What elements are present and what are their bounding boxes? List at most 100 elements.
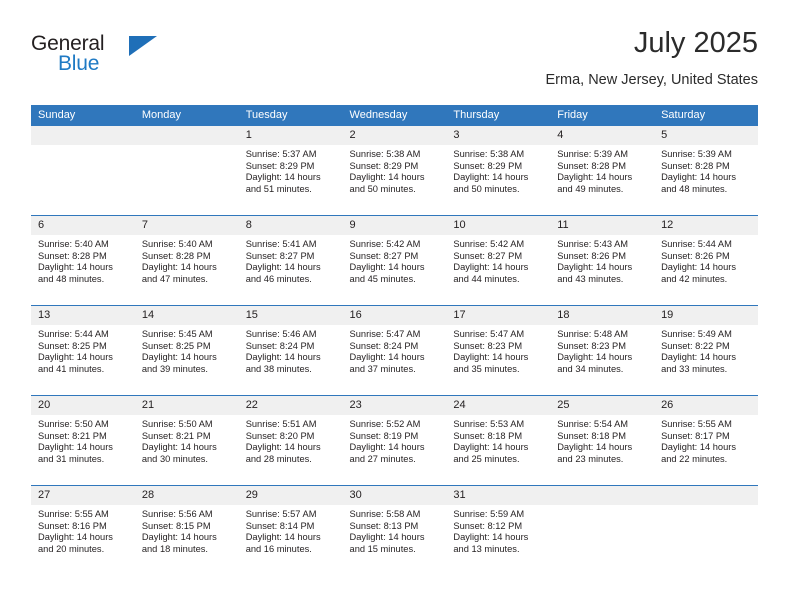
calendar-day-cell[interactable]: 17 Sunrise: 5:47 AM Sunset: 8:23 PM Dayl… (446, 305, 551, 396)
sunrise-text: Sunrise: 5:39 AM (661, 149, 732, 159)
daylight-text-line1: Daylight: 14 hours (245, 442, 321, 453)
sunset-text: Sunset: 8:20 PM (245, 430, 315, 441)
day-number: 3 (446, 126, 551, 145)
daylight-text-line2: and 27 minutes. (349, 453, 416, 464)
sunrise-text: Sunrise: 5:42 AM (453, 239, 525, 249)
sunrise-text: Sunrise: 5:44 AM (38, 329, 109, 339)
day-info: Sunrise: 5:50 AM Sunset: 8:21 PM Dayligh… (135, 415, 239, 465)
sunrise-text: Sunrise: 5:37 AM (245, 149, 317, 159)
weekday-header-saturday: Saturday (654, 105, 758, 126)
daylight-text-line2: and 46 minutes. (245, 273, 312, 284)
day-number: 5 (654, 126, 758, 145)
sunset-text: Sunset: 8:18 PM (557, 430, 626, 441)
calendar-day-cell[interactable]: 7 Sunrise: 5:40 AM Sunset: 8:28 PM Dayli… (134, 215, 239, 306)
sunset-text: Sunset: 8:22 PM (661, 340, 730, 351)
logo-text-blue: Blue (58, 52, 100, 75)
calendar-day-cell[interactable]: 10 Sunrise: 5:42 AM Sunset: 8:27 PM Dayl… (446, 215, 551, 306)
sunset-text: Sunset: 8:24 PM (245, 340, 315, 351)
sunrise-text: Sunrise: 5:49 AM (661, 329, 732, 339)
calendar-day-cell[interactable]: 4 Sunrise: 5:39 AM Sunset: 8:28 PM Dayli… (550, 126, 655, 216)
day-number: 22 (238, 396, 343, 415)
daylight-text-line1: Daylight: 14 hours (661, 352, 736, 363)
calendar-day-cell[interactable]: 11 Sunrise: 5:43 AM Sunset: 8:26 PM Dayl… (550, 215, 655, 306)
daylight-text-line2: and 48 minutes. (38, 273, 105, 284)
day-number: 24 (446, 396, 551, 415)
sunrise-text: Sunrise: 5:54 AM (557, 419, 629, 429)
calendar-day-cell[interactable]: 3 Sunrise: 5:38 AM Sunset: 8:29 PM Dayli… (446, 126, 551, 216)
calendar-day-cell[interactable]: 31 Sunrise: 5:59 AM Sunset: 8:12 PM Dayl… (446, 485, 551, 575)
day-info: Sunrise: 5:56 AM Sunset: 8:15 PM Dayligh… (135, 505, 239, 555)
daylight-text-line1: Daylight: 14 hours (453, 442, 529, 453)
day-info: Sunrise: 5:59 AM Sunset: 8:12 PM Dayligh… (446, 505, 550, 555)
calendar-day-cell[interactable]: 20 Sunrise: 5:50 AM Sunset: 8:21 PM Dayl… (31, 395, 135, 486)
daylight-text-line2: and 50 minutes. (453, 183, 520, 194)
daylight-text-line1: Daylight: 14 hours (245, 352, 321, 363)
daylight-text-line2: and 34 minutes. (557, 363, 624, 374)
daylight-text-line1: Daylight: 14 hours (453, 532, 529, 543)
calendar-day-cell[interactable]: 15 Sunrise: 5:46 AM Sunset: 8:24 PM Dayl… (238, 305, 343, 396)
day-number: 14 (134, 306, 239, 325)
daylight-text-line1: Daylight: 14 hours (141, 262, 217, 273)
daylight-text-line1: Daylight: 14 hours (38, 532, 113, 543)
daylight-text-line2: and 16 minutes. (245, 543, 312, 554)
sunrise-text: Sunrise: 5:55 AM (661, 419, 732, 429)
day-number: 28 (134, 486, 239, 505)
day-info: Sunrise: 5:57 AM Sunset: 8:14 PM Dayligh… (239, 505, 343, 555)
calendar-day-cell[interactable]: 29 Sunrise: 5:57 AM Sunset: 8:14 PM Dayl… (238, 485, 343, 575)
calendar-day-cell[interactable]: 6 Sunrise: 5:40 AM Sunset: 8:28 PM Dayli… (31, 215, 135, 306)
daylight-text-line1: Daylight: 14 hours (141, 352, 217, 363)
calendar-day-cell[interactable]: 8 Sunrise: 5:41 AM Sunset: 8:27 PM Dayli… (238, 215, 343, 306)
calendar-body: 1 Sunrise: 5:37 AM Sunset: 8:29 PM Dayli… (31, 126, 758, 575)
daylight-text-line1: Daylight: 14 hours (557, 352, 633, 363)
day-number: 8 (238, 216, 343, 235)
daylight-text-line2: and 39 minutes. (141, 363, 208, 374)
calendar-day-cell[interactable]: 22 Sunrise: 5:51 AM Sunset: 8:20 PM Dayl… (238, 395, 343, 486)
calendar-day-cell[interactable]: 25 Sunrise: 5:54 AM Sunset: 8:18 PM Dayl… (550, 395, 655, 486)
daylight-text-line2: and 49 minutes. (557, 183, 624, 194)
sunset-text: Sunset: 8:27 PM (453, 250, 523, 261)
day-number: 20 (31, 396, 135, 415)
daylight-text-line2: and 41 minutes. (38, 363, 105, 374)
page-title: July 2025 (633, 27, 758, 59)
sunrise-text: Sunrise: 5:48 AM (557, 329, 629, 339)
weekday-header-wednesday: Wednesday (342, 105, 447, 126)
calendar-day-cell[interactable]: 28 Sunrise: 5:56 AM Sunset: 8:15 PM Dayl… (134, 485, 239, 575)
sunset-text: Sunset: 8:15 PM (141, 520, 211, 531)
calendar-day-cell[interactable]: 9 Sunrise: 5:42 AM Sunset: 8:27 PM Dayli… (342, 215, 447, 306)
sunrise-text: Sunrise: 5:40 AM (141, 239, 213, 249)
calendar-day-cell[interactable]: 12 Sunrise: 5:44 AM Sunset: 8:26 PM Dayl… (654, 215, 758, 306)
sunrise-text: Sunrise: 5:42 AM (349, 239, 421, 249)
calendar-day-cell[interactable]: 18 Sunrise: 5:48 AM Sunset: 8:23 PM Dayl… (550, 305, 655, 396)
calendar-day-cell[interactable]: 23 Sunrise: 5:52 AM Sunset: 8:19 PM Dayl… (342, 395, 447, 486)
calendar-week-row: 27 Sunrise: 5:55 AM Sunset: 8:16 PM Dayl… (31, 485, 758, 575)
day-info: Sunrise: 5:48 AM Sunset: 8:23 PM Dayligh… (550, 325, 654, 375)
calendar-day-cell[interactable]: 14 Sunrise: 5:45 AM Sunset: 8:25 PM Dayl… (134, 305, 239, 396)
day-number (134, 126, 239, 145)
day-info: Sunrise: 5:41 AM Sunset: 8:27 PM Dayligh… (239, 235, 343, 285)
day-number: 18 (550, 306, 655, 325)
calendar-day-cell[interactable]: 30 Sunrise: 5:58 AM Sunset: 8:13 PM Dayl… (342, 485, 447, 575)
calendar-day-cell[interactable]: 26 Sunrise: 5:55 AM Sunset: 8:17 PM Dayl… (654, 395, 758, 486)
calendar-day-cell[interactable]: 16 Sunrise: 5:47 AM Sunset: 8:24 PM Dayl… (342, 305, 447, 396)
day-info: Sunrise: 5:55 AM Sunset: 8:17 PM Dayligh… (654, 415, 758, 465)
calendar-day-cell (654, 485, 758, 575)
sunset-text: Sunset: 8:29 PM (349, 160, 419, 171)
calendar-day-cell[interactable]: 13 Sunrise: 5:44 AM Sunset: 8:25 PM Dayl… (31, 305, 135, 396)
calendar-week-row: 6 Sunrise: 5:40 AM Sunset: 8:28 PM Dayli… (31, 215, 758, 306)
daylight-text-line2: and 42 minutes. (661, 273, 728, 284)
generalblue-logo[interactable]: General Blue (31, 32, 231, 82)
calendar-day-cell[interactable]: 21 Sunrise: 5:50 AM Sunset: 8:21 PM Dayl… (134, 395, 239, 486)
calendar-week-row: 1 Sunrise: 5:37 AM Sunset: 8:29 PM Dayli… (31, 126, 758, 216)
calendar-day-cell (31, 126, 135, 216)
calendar-day-cell[interactable]: 24 Sunrise: 5:53 AM Sunset: 8:18 PM Dayl… (446, 395, 551, 486)
calendar-day-cell[interactable]: 5 Sunrise: 5:39 AM Sunset: 8:28 PM Dayli… (654, 126, 758, 216)
sunrise-text: Sunrise: 5:50 AM (141, 419, 213, 429)
calendar-day-cell[interactable]: 2 Sunrise: 5:38 AM Sunset: 8:29 PM Dayli… (342, 126, 447, 216)
day-info: Sunrise: 5:40 AM Sunset: 8:28 PM Dayligh… (135, 235, 239, 285)
calendar-day-cell (134, 126, 239, 216)
calendar-day-cell[interactable]: 1 Sunrise: 5:37 AM Sunset: 8:29 PM Dayli… (238, 126, 343, 216)
calendar-day-cell[interactable]: 27 Sunrise: 5:55 AM Sunset: 8:16 PM Dayl… (31, 485, 135, 575)
masthead: General Blue July 2025 Erma, New Jersey,… (31, 26, 758, 98)
sunset-text: Sunset: 8:29 PM (453, 160, 523, 171)
calendar-day-cell[interactable]: 19 Sunrise: 5:49 AM Sunset: 8:22 PM Dayl… (654, 305, 758, 396)
